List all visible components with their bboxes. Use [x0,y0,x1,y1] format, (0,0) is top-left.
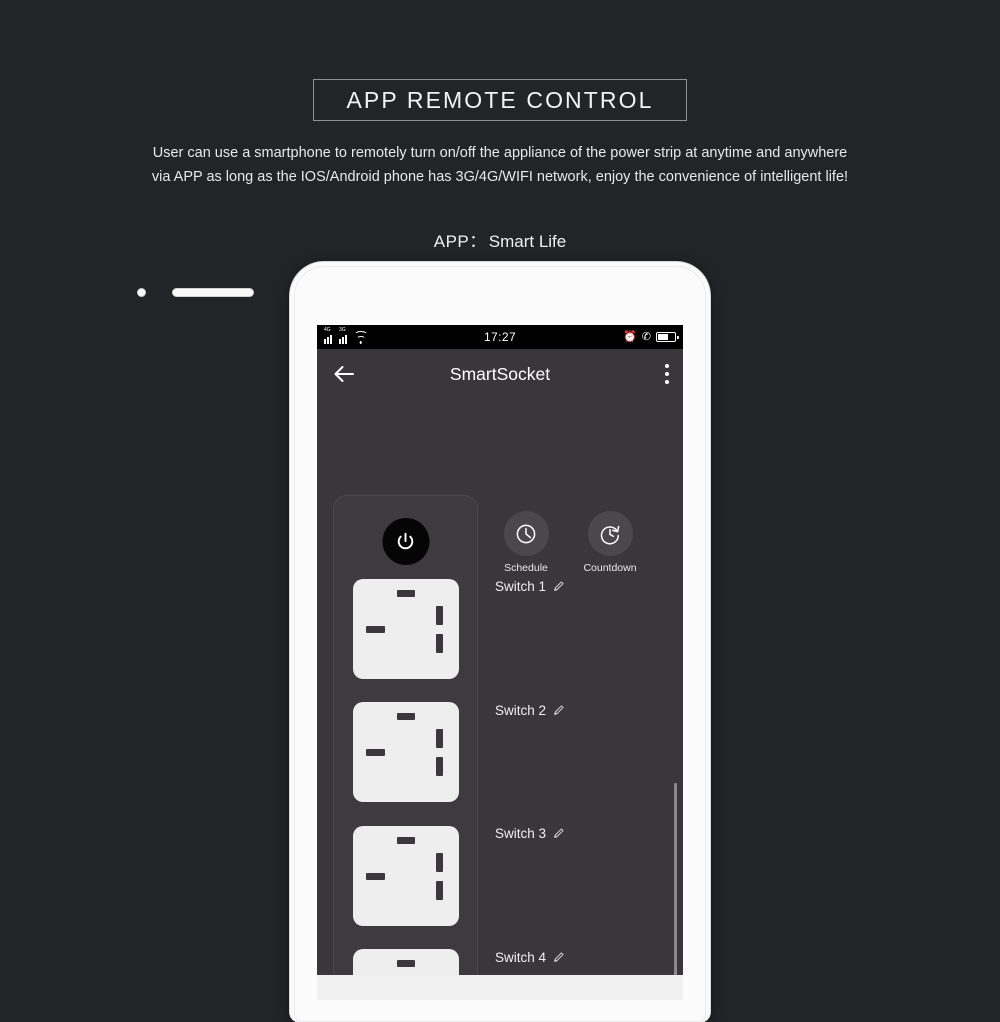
pencil-edit-icon[interactable] [552,951,565,964]
power-strip-illustration [333,495,478,1000]
alarm-clock-icon: ⏰ [623,330,637,343]
phone-screen: 4G 3G 17:27 ⏰ ✆ SmartSocket Switch 1 Swi… [317,325,683,1000]
phone-call-icon: ✆ [641,330,651,343]
schedule-button[interactable]: Schedule [493,511,559,575]
countdown-label: Countdown [583,562,637,574]
pencil-edit-icon[interactable] [552,827,565,840]
switch-row-2[interactable]: Switch 2 [495,703,565,718]
description-paragraph: User can use a smartphone to remotely tu… [0,141,1000,189]
page-title: APP REMOTE CONTROL [346,86,654,113]
switch-4-label: Switch 4 [495,950,547,965]
pencil-edit-icon[interactable] [552,580,565,593]
section-heading-box: APP REMOTE CONTROL [313,79,687,121]
switch-1-label: Switch 1 [495,579,547,594]
camera-dot-icon [137,288,146,297]
schedule-label: Schedule [504,562,548,574]
switch-row-4[interactable]: Switch 4 [495,950,565,965]
earpiece-speaker-icon [172,288,254,297]
app-name-label: APP： Smart Life [0,227,1000,252]
socket-3 [352,826,459,926]
status-bar-right-icons: ⏰ ✆ [623,330,679,343]
app-bar: SmartSocket [317,349,683,399]
back-arrow-icon[interactable] [327,357,361,391]
description-line-1: User can use a smartphone to remotely tu… [152,145,848,161]
switch-row-3[interactable]: Switch 3 [495,826,565,841]
app-bar-title: SmartSocket [449,363,551,384]
power-icon[interactable] [382,518,429,565]
timer-actions: Schedule Countdown [493,511,643,575]
countdown-timer-icon [587,511,633,556]
app-label-value: Smart Life [488,232,567,251]
socket-1 [352,579,459,679]
app-label-key: APP： [433,232,487,251]
pencil-edit-icon[interactable] [552,704,565,717]
device-control-panel: Switch 1 Switch 2 Switch 3 Switch 4 Sche… [317,399,683,1000]
countdown-button[interactable]: Countdown [577,511,643,575]
overflow-menu-icon[interactable] [665,364,669,384]
status-bar: 4G 3G 17:27 ⏰ ✆ [317,325,683,349]
switch-row-1[interactable]: Switch 1 [495,579,565,594]
vertical-scrollbar[interactable] [674,591,680,1000]
battery-icon [656,332,679,342]
socket-2 [352,702,459,802]
screen-bottom-panel [317,975,683,1000]
switch-2-label: Switch 2 [495,703,547,718]
clock-icon [503,511,549,556]
switch-3-label: Switch 3 [495,826,547,841]
description-line-2: via APP as long as the IOS/Android phone… [151,169,849,185]
scrollbar-thumb[interactable] [674,783,677,1000]
